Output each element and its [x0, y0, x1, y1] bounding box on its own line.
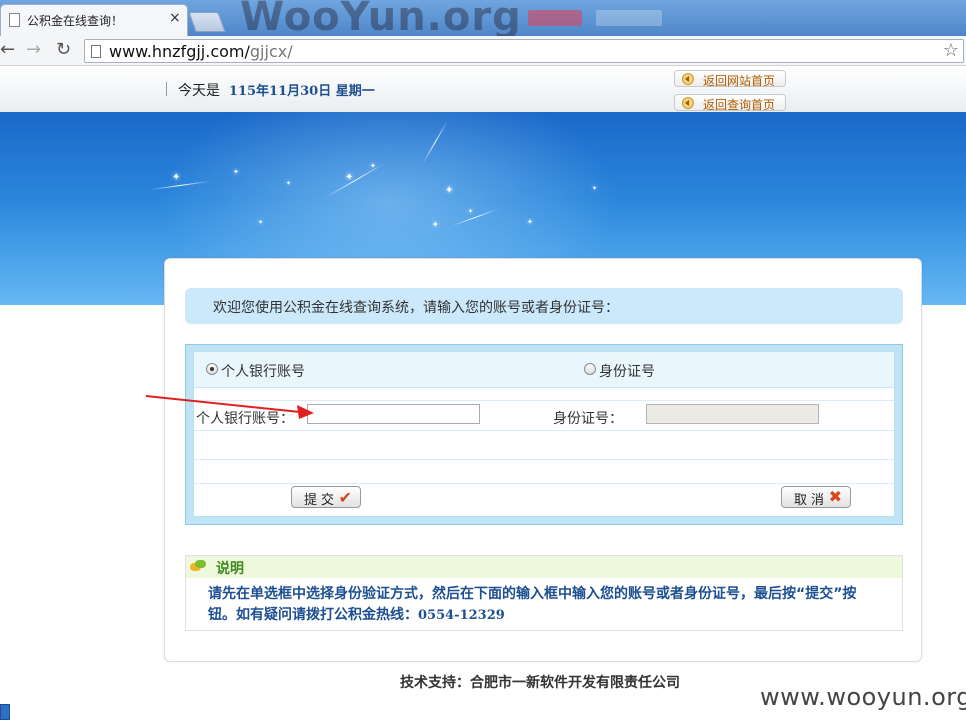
annotation-arrow [145, 395, 314, 419]
